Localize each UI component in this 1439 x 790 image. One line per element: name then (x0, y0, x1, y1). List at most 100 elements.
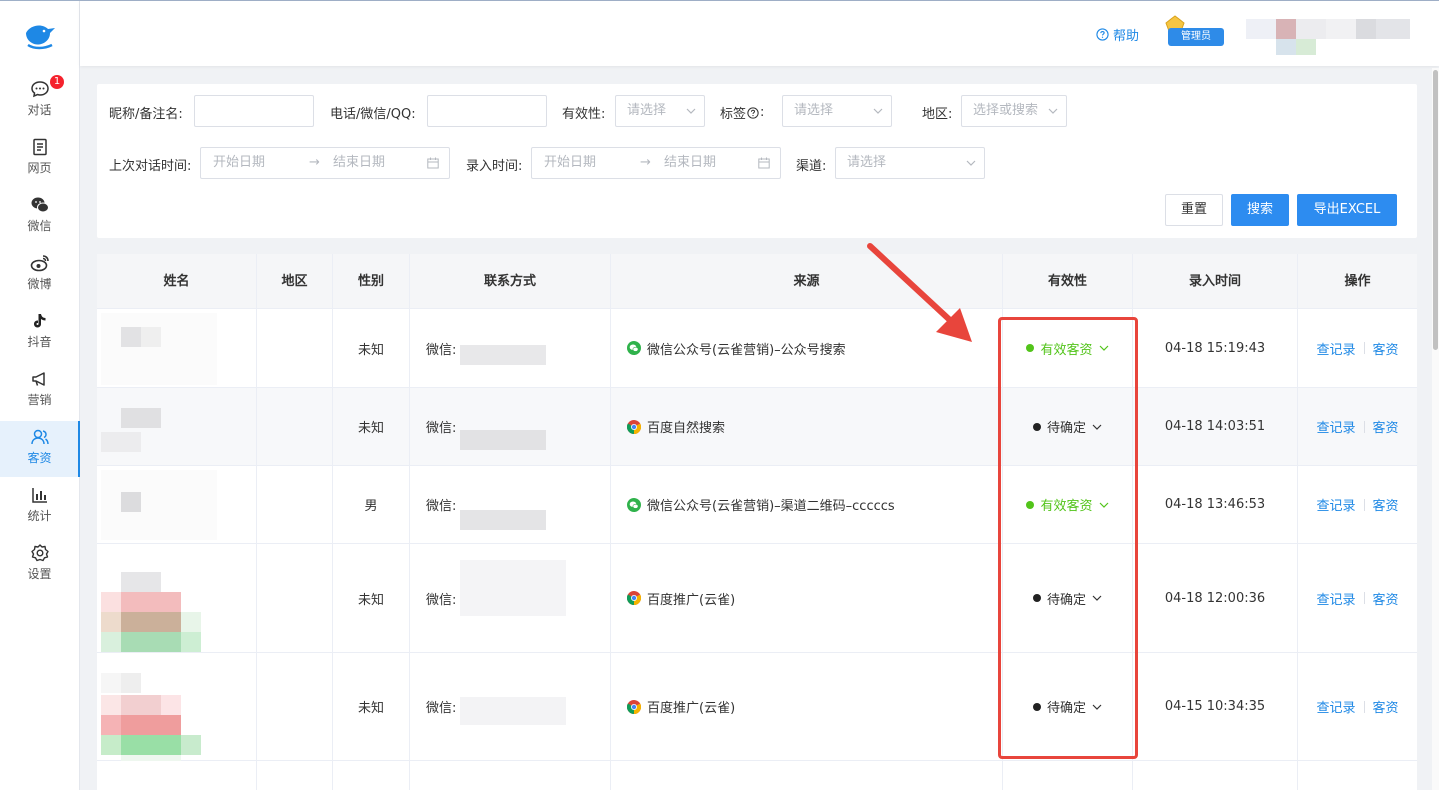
range-arrow: → (309, 155, 320, 170)
sidebar-item-marketing[interactable]: 营销 (0, 363, 79, 419)
validity-cell[interactable]: 有效客资 (1003, 466, 1133, 543)
status-label: 待确定 (1046, 592, 1086, 608)
table-row[interactable] (97, 761, 1417, 790)
question-icon[interactable] (747, 106, 759, 119)
status-dot (1026, 500, 1035, 509)
help-link[interactable]: 帮助 (1096, 25, 1139, 44)
validity-cell (1003, 761, 1133, 790)
search-button[interactable]: 搜索 (1231, 194, 1289, 226)
view-record-link[interactable]: 查记录 (1316, 417, 1355, 436)
user-info-blurred[interactable] (1246, 19, 1410, 57)
webpage-icon (32, 138, 47, 156)
table-row[interactable]: 男 微信: 微信公众号(云雀营销)–渠道二维码–cccccs 有效客资 04-1… (97, 466, 1417, 544)
status-dropdown[interactable]: 有效客资 (1026, 339, 1108, 358)
entry-time-cell: 04-15 10:34:35 (1133, 653, 1298, 760)
top-header: 帮助 管理员 (80, 1, 1439, 66)
blurred-name (101, 313, 217, 385)
contact-prefix: 微信: (426, 421, 457, 436)
region-placeholder: 选择或搜索 (973, 103, 1039, 118)
sidebar-item-weibo[interactable]: 微博 (0, 247, 79, 303)
sidebar-item-label: 微信 (27, 219, 52, 233)
view-record-link[interactable]: 查记录 (1316, 339, 1355, 358)
sidebar-item-label: 抖音 (27, 335, 52, 349)
name-cell (97, 761, 257, 790)
table-row[interactable]: 未知 微信: 百度推广(云雀) 待确定 04-18 12:00:36 查记录 客资 (97, 544, 1417, 653)
chevron-down-icon (1092, 704, 1102, 710)
source-cell: 百度推广(云雀) (611, 544, 1003, 652)
sidebar-item-wechat[interactable]: 微信 (0, 189, 79, 245)
blurred-name (121, 592, 181, 612)
entry-date-range[interactable]: 开始日期 → 结束日期 (531, 147, 781, 179)
region-cell (257, 653, 333, 760)
region-cell (257, 544, 333, 652)
sidebar-item-customers[interactable]: 客资 (0, 421, 80, 477)
actions-cell (1298, 761, 1417, 790)
customers-icon (30, 429, 49, 445)
bird-logo-icon (26, 25, 55, 50)
validity-placeholder: 请选择 (627, 103, 667, 118)
nickname-input[interactable] (194, 95, 314, 127)
column-header-source: 来源 (611, 254, 1003, 309)
sidebar-item-chat[interactable]: 对话 1 (0, 73, 79, 129)
export-excel-button[interactable]: 导出EXCEL (1297, 194, 1397, 226)
view-record-link[interactable]: 查记录 (1316, 697, 1355, 716)
customer-detail-link[interactable]: 客资 (1373, 339, 1399, 358)
validity-cell[interactable]: 待确定 (1003, 388, 1133, 465)
scrollbar-thumb[interactable] (1433, 70, 1438, 350)
entry-time-label: 录入时间: (466, 159, 523, 174)
chevron-down-icon (873, 108, 883, 114)
tag-select[interactable]: 请选择 (782, 95, 892, 127)
phone-input[interactable] (427, 95, 547, 127)
sidebar-item-stats[interactable]: 统计 (0, 479, 79, 535)
range-arrow: → (640, 155, 651, 170)
entry-time-cell: 04-18 13:46:53 (1133, 466, 1298, 543)
contact-prefix: 微信: (426, 701, 457, 716)
customer-detail-link[interactable]: 客资 (1373, 697, 1399, 716)
blurred-contact (460, 560, 566, 616)
sidebar-item-settings[interactable]: 设置 (0, 537, 79, 593)
channel-select[interactable]: 请选择 (835, 147, 985, 179)
validity-cell[interactable]: 待确定 (1003, 544, 1133, 652)
admin-tag: 管理员 (1168, 28, 1224, 46)
last-chat-label: 上次对话时间: (109, 159, 192, 174)
blurred-name (101, 612, 121, 632)
wechat-icon (627, 341, 641, 355)
blurred-name (121, 492, 141, 512)
sidebar-item-douyin[interactable]: 抖音 (0, 305, 79, 361)
tag-suffix: : (760, 105, 765, 120)
status-dropdown[interactable]: 待确定 (1032, 697, 1102, 716)
customer-detail-link[interactable]: 客资 (1373, 417, 1399, 436)
customer-table: 姓名 地区 性别 联系方式 来源 有效性 录入时间 操作 未知 微信: 微信公众… (97, 254, 1417, 790)
customer-detail-link[interactable]: 客资 (1373, 589, 1399, 608)
status-dot (1032, 594, 1041, 602)
table-row[interactable]: 未知 微信: 百度自然搜索 待确定 04-18 14:03:51 查记录 客资 (97, 388, 1417, 466)
view-record-link[interactable]: 查记录 (1316, 495, 1355, 514)
validity-cell[interactable]: 有效客资 (1003, 309, 1133, 387)
last-chat-date-range[interactable]: 开始日期 → 结束日期 (200, 147, 450, 179)
table-row[interactable]: 未知 微信: 百度推广(云雀) 待确定 04-15 10:34:35 查记录 客资 (97, 653, 1417, 761)
blurred-name (101, 592, 121, 612)
status-dropdown[interactable]: 有效客资 (1026, 495, 1108, 514)
chevron-down-icon (686, 108, 696, 114)
status-dropdown[interactable]: 待确定 (1032, 589, 1102, 608)
status-dropdown[interactable]: 待确定 (1032, 417, 1102, 436)
channel-placeholder: 请选择 (847, 155, 887, 170)
tag-label: 标签 (720, 107, 747, 122)
table-row[interactable]: 未知 微信: 微信公众号(云雀营销)–公众号搜索 有效客资 04-18 15:1… (97, 309, 1417, 388)
sidebar-item-webpage[interactable]: 网页 (0, 131, 79, 187)
blurred-name (121, 632, 181, 652)
actions-cell: 查记录 客资 (1298, 388, 1417, 465)
name-cell (97, 466, 257, 543)
blurred-name (101, 632, 121, 652)
admin-badge: 管理员 (1164, 15, 1224, 47)
customer-detail-link[interactable]: 客资 (1373, 495, 1399, 514)
source-text: 微信公众号(云雀营销)–公众号搜索 (647, 342, 846, 358)
validity-cell[interactable]: 待确定 (1003, 653, 1133, 760)
reset-button[interactable]: 重置 (1165, 194, 1223, 226)
view-record-link[interactable]: 查记录 (1316, 589, 1355, 608)
chrome-icon (627, 699, 641, 714)
entry-time-cell: 04-18 14:03:51 (1133, 388, 1298, 465)
divider (1363, 498, 1365, 511)
region-select[interactable]: 选择或搜索 (961, 95, 1067, 127)
validity-select[interactable]: 请选择 (615, 95, 705, 127)
